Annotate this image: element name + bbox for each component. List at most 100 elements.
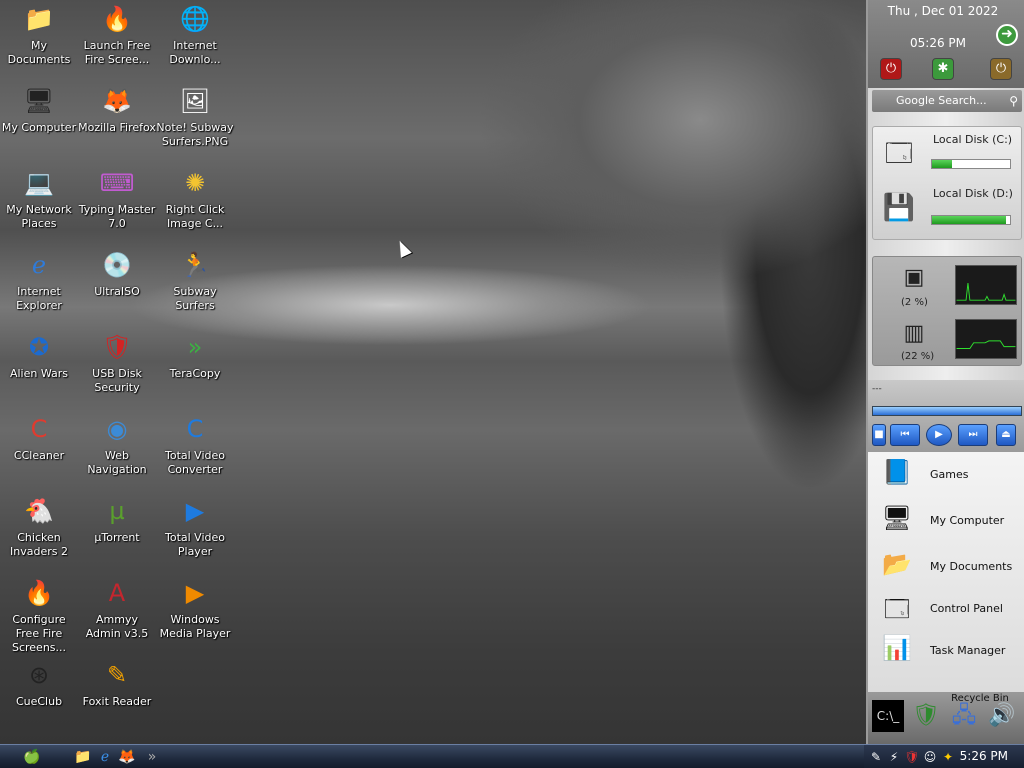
desktop-icon[interactable]: 🖥 My Computer — [0, 84, 78, 135]
start-button[interactable]: 🍏 — [22, 747, 42, 767]
desktop-icon-glyph-icon: » — [187, 333, 203, 361]
menu-item-icon: 📘 — [882, 458, 912, 486]
desktop-icon[interactable]: » TeraCopy — [156, 330, 234, 381]
go-arrow-icon[interactable]: ➜ — [996, 24, 1018, 46]
desktop-icon-label: Ammyy Admin v3.5 — [85, 613, 149, 640]
restart-button[interactable]: ✱ — [932, 58, 954, 80]
next-icon[interactable]: ⏭ — [958, 424, 988, 446]
tray-star-icon[interactable]: ✦ — [940, 747, 956, 767]
desktop-icon-glyph-icon: 📁 — [24, 5, 54, 33]
desktop-icon-label: Internet Explorer — [16, 285, 62, 312]
desktop-icon[interactable]: C CCleaner — [0, 412, 78, 463]
system-tray: ✎ ⚡ 🛡 ☺ ✦ 5:26 PM — [864, 745, 1024, 768]
menu-item-label: Games — [930, 468, 969, 481]
disk-c-label: Local Disk (C:) — [933, 133, 1013, 146]
firefox-icon[interactable]: 🦊 — [118, 747, 136, 767]
desktop-icon[interactable]: 🖼 Note! Subway Surfers.PNG — [156, 84, 234, 149]
desktop-icon[interactable]: 🦊 Mozilla Firefox — [78, 84, 156, 135]
desktop-icon[interactable]: ✺ Right Click Image C... — [156, 166, 234, 231]
security-shield-icon[interactable]: 🛡 — [910, 700, 942, 732]
shutdown-button[interactable]: ⏻ — [880, 58, 902, 80]
desktop-icon-glyph-icon: ▶ — [185, 579, 205, 607]
desktop-icon[interactable]: µ µTorrent — [78, 494, 156, 545]
desktop-icon-glyph-icon: ▶ — [185, 497, 205, 525]
player-track-title: --- — [872, 384, 882, 394]
desktop-icon[interactable]: 💻 My Network Places — [0, 166, 78, 231]
desktop-icon-label: Web Navigation — [87, 449, 147, 476]
logoff-button[interactable]: ⏻ — [990, 58, 1012, 80]
desktop-icon[interactable]: 🐔 Chicken Invaders 2 — [0, 494, 78, 559]
desktop-icon-label: CCleaner — [13, 449, 65, 462]
desktop-icon-label: Configure Free Fire Screens... — [11, 613, 67, 654]
desktop-icon-glyph-icon: 🔥 — [102, 5, 132, 33]
tray-tool-icon[interactable]: ✎ — [868, 747, 884, 767]
desktop-icon[interactable]: 🏃 Subway Surfers — [156, 248, 234, 313]
menu-item-label: Control Panel — [930, 602, 1003, 615]
desktop-icon[interactable]: 📁 My Documents — [0, 2, 78, 67]
menu-item-icon: 📊 — [882, 634, 912, 662]
media-player-gadget: --- ■ ⏮ ▶ ⏭ ⏏ — [868, 380, 1024, 452]
menu-item-my-documents[interactable]: 📂 My Documents — [874, 546, 1022, 586]
player-progress-bar[interactable] — [872, 406, 1022, 416]
recycle-bin-label: Recycle Bin — [951, 693, 1009, 704]
desktop-icon-label: TeraCopy — [169, 367, 221, 380]
play-icon[interactable]: ▶ — [926, 424, 952, 446]
menu-item-label: My Computer — [930, 514, 1005, 527]
memory-graph — [955, 319, 1017, 359]
desktop-icon-label: Launch Free Fire Scree... — [83, 39, 151, 66]
tray-shield-icon[interactable]: 🛡 — [904, 747, 920, 767]
desktop-icon[interactable]: ✎ Foxit Reader — [78, 658, 156, 709]
desktop-icon[interactable]: 🔥 Configure Free Fire Screens... — [0, 576, 78, 655]
internet-explorer-icon[interactable]: ℯ — [96, 747, 114, 767]
menu-item-task-manager[interactable]: 📊 Task Manager — [874, 630, 1022, 670]
drive-icon: 💾 — [882, 193, 916, 223]
desktop-icon[interactable]: 🌐 Internet Downlo... — [156, 2, 234, 67]
previous-icon[interactable]: ⏮ — [890, 424, 920, 446]
desktop-icon-glyph-icon: C — [186, 415, 204, 443]
desktop-icon[interactable]: ◉ Web Navigation — [78, 412, 156, 477]
memory-icon: ▥ — [903, 321, 925, 346]
desktop-icon[interactable]: 🔥 Launch Free Fire Scree... — [78, 2, 156, 67]
menu-item-games[interactable]: 📘 Games — [874, 454, 1022, 494]
desktop-icon-glyph-icon: µ — [109, 497, 125, 525]
disk-d-usage-bar — [931, 215, 1011, 225]
desktop-icon[interactable]: ℯ Internet Explorer — [0, 248, 78, 313]
menu-item-my-computer[interactable]: 🖥 My Computer — [874, 500, 1022, 540]
google-search-input[interactable]: Google Search... ⚲ — [872, 90, 1022, 112]
desktop-icon-glyph-icon: ✎ — [106, 661, 128, 689]
desktop-icon[interactable]: A Ammyy Admin v3.5 — [78, 576, 156, 641]
desktop-icon-label: USB Disk Security — [92, 367, 142, 394]
desktop-icon-glyph-icon: 🖥 — [23, 87, 55, 115]
desktop-icon-glyph-icon: 💿 — [102, 251, 132, 279]
desktop-icon[interactable]: 🛡 USB Disk Security — [78, 330, 156, 395]
desktop-icon-label: UltraISO — [94, 285, 140, 298]
desktop-icon-glyph-icon: 🛡 — [101, 333, 133, 361]
search-placeholder: Google Search... — [896, 94, 987, 107]
stop-icon[interactable]: ■ — [872, 424, 886, 446]
taskbar-clock[interactable]: 5:26 PM — [960, 749, 1008, 763]
desktop-icon[interactable]: ▶ Total Video Player — [156, 494, 234, 559]
command-prompt-icon[interactable]: C:\_ — [872, 700, 904, 732]
menu-item-control-panel[interactable]: 🗔 Control Panel — [874, 588, 1022, 628]
tray-network-icon[interactable]: ⚡ — [886, 747, 902, 767]
desktop-icon-label: Total Video Converter — [164, 449, 225, 476]
desktop-icon[interactable]: 💿 UltraISO — [78, 248, 156, 299]
date-text: Thu , Dec 01 2022 — [887, 4, 999, 18]
desktop[interactable]: 📁 My Documents 🔥 Launch Free Fire Scree... 🌐… — [0, 0, 860, 744]
desktop-icon-glyph-icon: ℯ — [31, 251, 47, 279]
tray-smiley-icon[interactable]: ☺ — [922, 747, 938, 767]
desktop-icon-glyph-icon: ✺ — [184, 169, 206, 197]
folder-icon[interactable]: 📁 — [74, 747, 92, 767]
eject-icon[interactable]: ⏏ — [996, 424, 1016, 446]
search-icon[interactable]: ⚲ — [1009, 90, 1018, 112]
desktop-icon[interactable]: ▶ Windows Media Player — [156, 576, 234, 641]
cpu-percent: (2 %) — [901, 297, 928, 308]
desktop-icon-label: Foxit Reader — [82, 695, 152, 708]
desktop-icon-glyph-icon: 🔥 — [24, 579, 54, 607]
desktop-icon[interactable]: C Total Video Converter — [156, 412, 234, 477]
desktop-icon-glyph-icon: A — [108, 579, 126, 607]
desktop-icon[interactable]: ⌨ Typing Master 7.0 — [78, 166, 156, 231]
desktop-icon[interactable]: ✪ Alien Wars — [0, 330, 78, 381]
quick-launch-overflow[interactable]: » — [146, 747, 158, 767]
desktop-icon[interactable]: ⊛ CueClub — [0, 658, 78, 709]
